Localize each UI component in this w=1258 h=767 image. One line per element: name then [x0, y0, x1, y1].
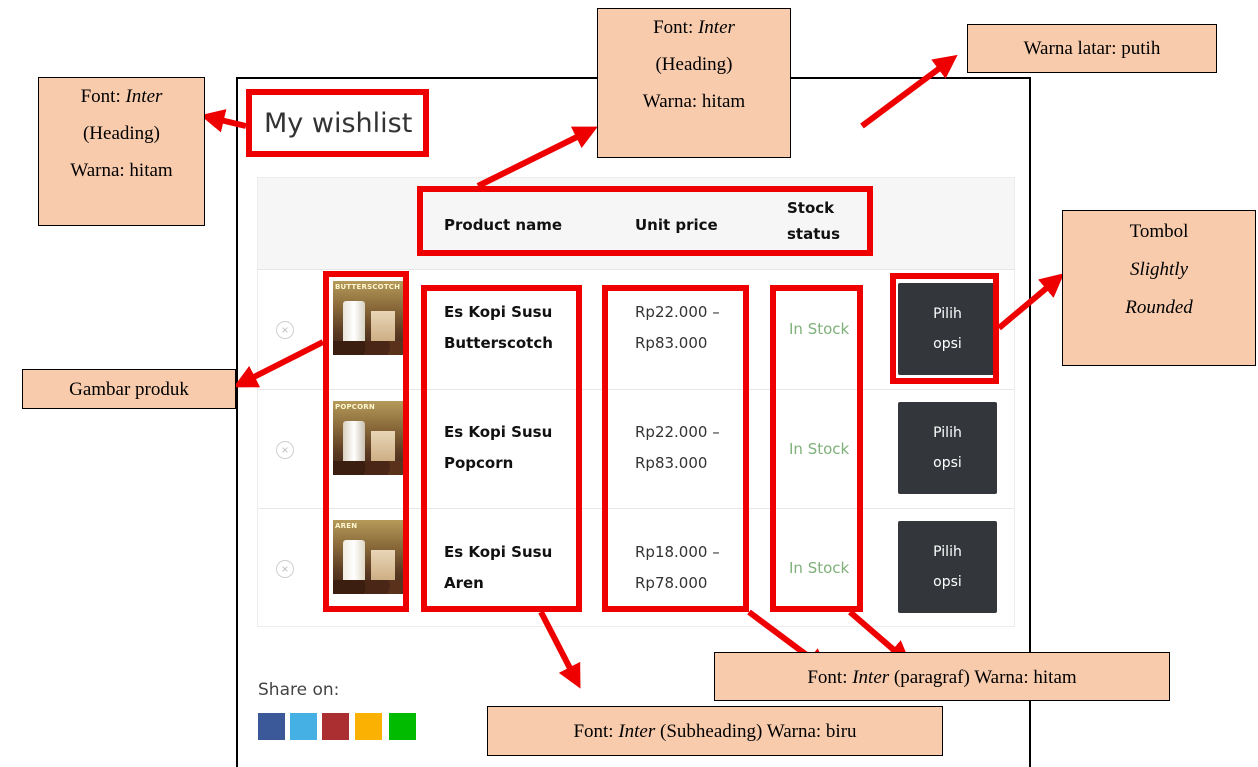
note-text-italic: Inter [618, 721, 656, 742]
arrow-stock [848, 609, 912, 665]
note-heading-left: Font: Inter (Heading) Warna: hitam [38, 77, 205, 226]
arrow-button [997, 273, 1065, 331]
arrow-headers [476, 126, 598, 189]
note-text: Warna: hitam [642, 91, 746, 112]
note-text: Warna: hitam [70, 160, 173, 181]
note-paragraph: Font: Inter (paragraf) Warna: hitam [714, 652, 1170, 701]
arrow-background [860, 54, 958, 129]
note-text-italic: Inter [125, 86, 163, 107]
note-text: Font: [653, 17, 698, 38]
note-text: (Heading) [82, 123, 161, 144]
note-button: Tombol Slightly Rounded [1062, 210, 1256, 366]
note-subheading: Font: Inter (Subheading) Warna: biru [487, 706, 943, 756]
note-text-italic: Inter [852, 667, 890, 688]
note-text: Font: [807, 667, 853, 688]
note-background: Warna latar: putih [967, 24, 1217, 73]
note-text: (paragraf) Warna: hitam [889, 667, 1077, 688]
arrow-subheading [538, 610, 581, 689]
arrow-title [200, 109, 247, 133]
note-text: Font: [80, 86, 126, 107]
note-image: Gambar produk [22, 369, 236, 409]
note-text-italic: Slightly [1129, 259, 1189, 280]
note-text-italic: Inter [697, 17, 735, 38]
note-text: Tombol [1129, 221, 1189, 242]
note-text: Font: [573, 721, 619, 742]
note-text: (Subheading) Warna: biru [655, 721, 857, 742]
note-text: (Heading) [655, 54, 733, 75]
note-heading-top: Font: Inter (Heading) Warna: hitam [597, 8, 791, 158]
note-text-italic: Rounded [1125, 297, 1193, 318]
arrow-image [233, 339, 325, 388]
